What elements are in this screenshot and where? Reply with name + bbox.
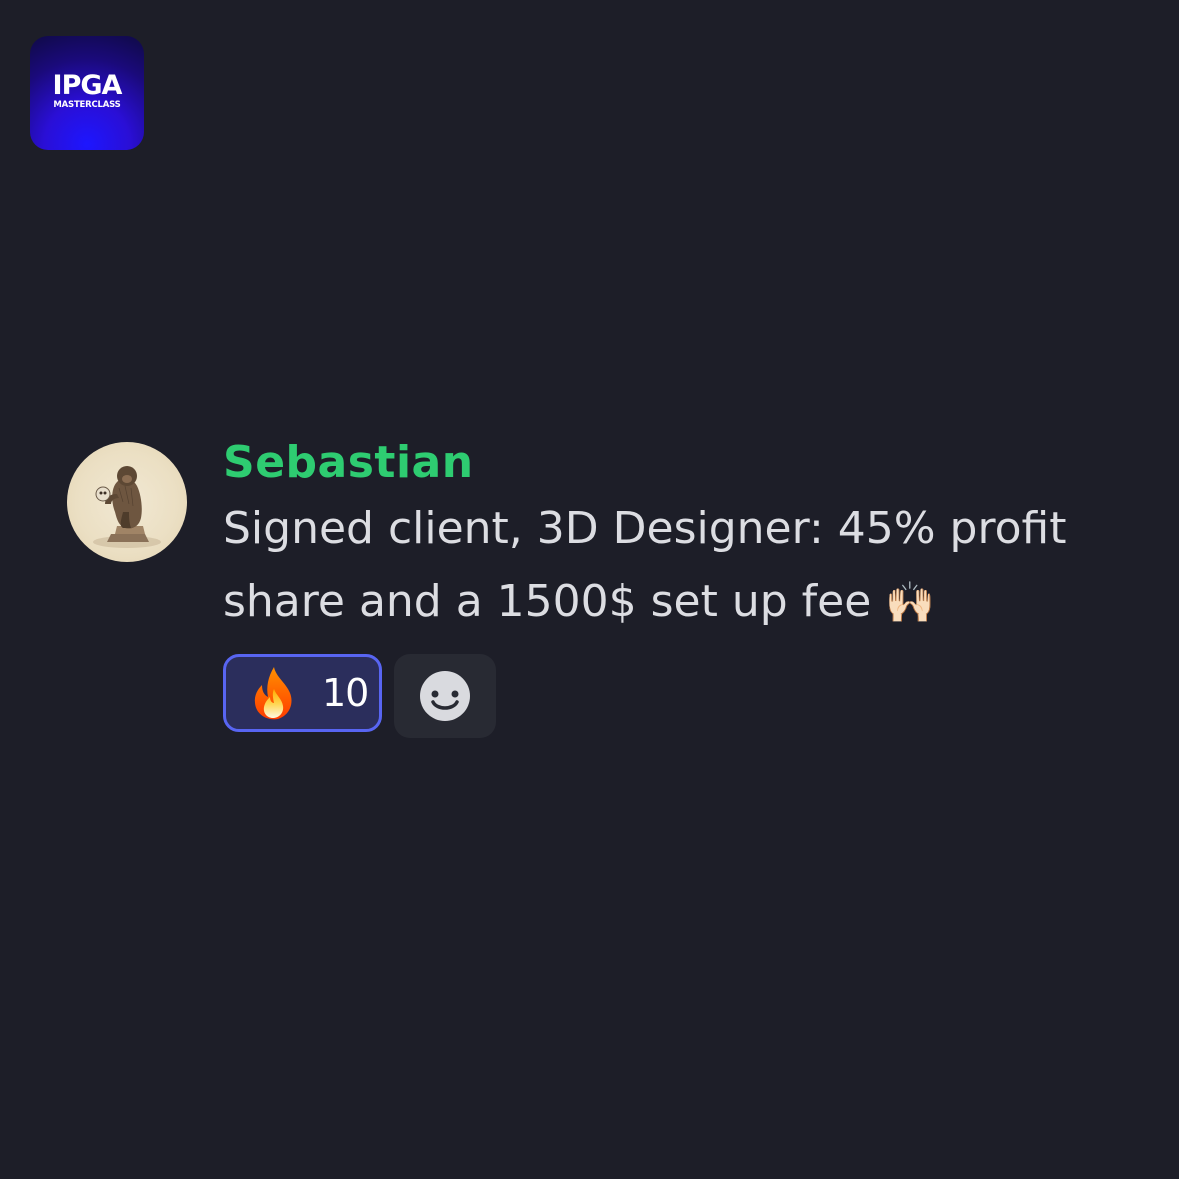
message-content: Sebastian Signed client, 3D Designer: 45…: [223, 438, 1163, 640]
smiley-face-icon: [420, 671, 470, 721]
reaction-count: 10: [322, 671, 369, 715]
reactions-bar: 10: [223, 654, 496, 738]
avatar[interactable]: [67, 442, 187, 562]
message-text: Signed client, 3D Designer: 45% profit s…: [223, 492, 1153, 640]
logo-title: IPGA: [52, 70, 123, 101]
fire-icon: [248, 665, 300, 721]
add-reaction-button[interactable]: [394, 654, 496, 738]
message-body: Signed client, 3D Designer: 45% profit s…: [223, 503, 1067, 627]
logo-subtitle: MASTERCLASS: [53, 100, 121, 110]
username[interactable]: Sebastian: [223, 438, 1163, 488]
page: IPGA MASTERCLASS Sebastian Signed client…: [0, 0, 1179, 1179]
ipga-masterclass-logo: IPGA MASTERCLASS: [30, 36, 144, 150]
fire-reaction-button[interactable]: 10: [223, 654, 382, 732]
monkey-skull-illustration-icon: [93, 466, 161, 548]
raised-hands-emoji: 🙌🏻: [885, 580, 936, 626]
